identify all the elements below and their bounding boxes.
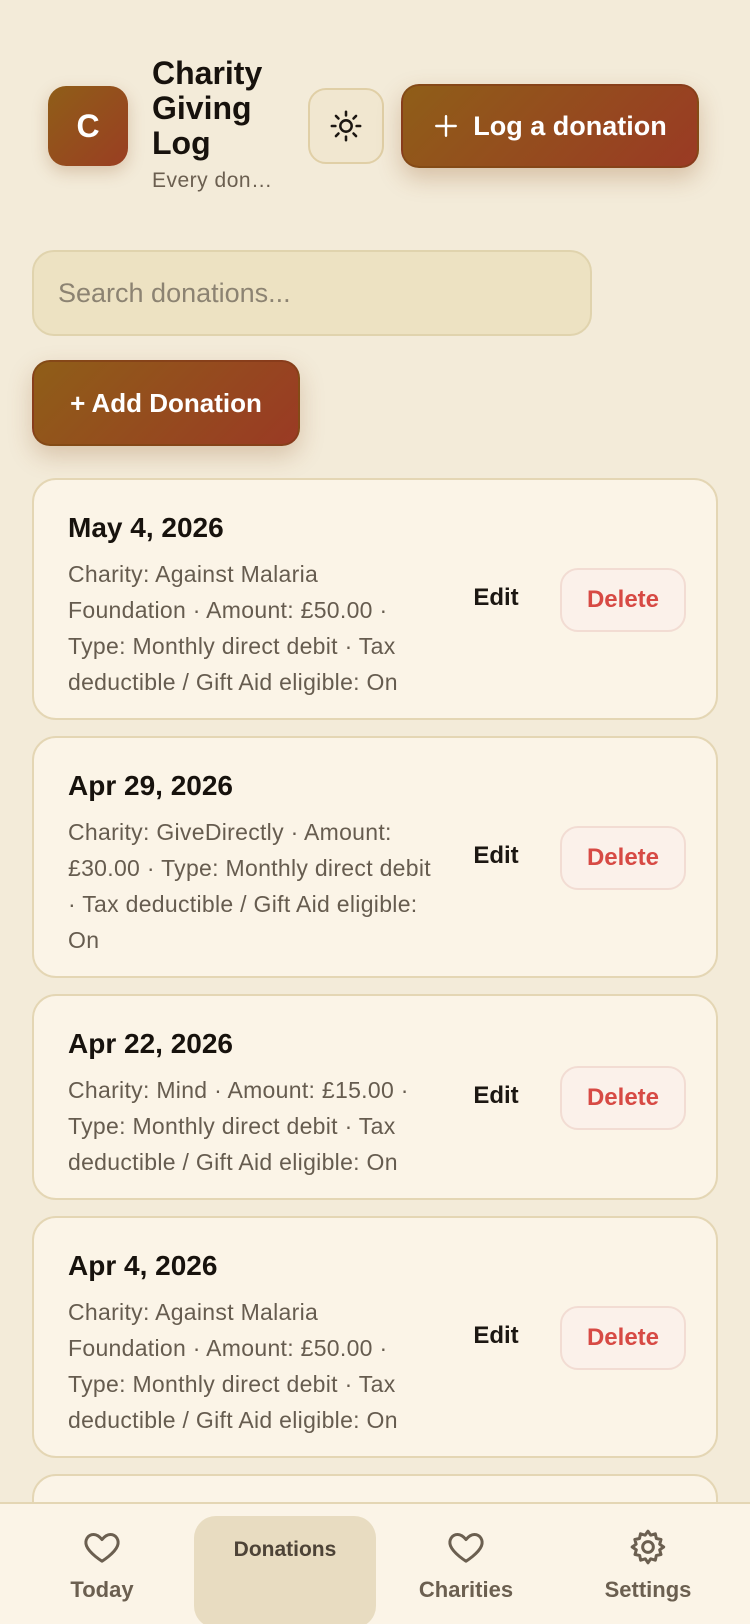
donation-card: Apr 22, 2026 Charity: Mind · Amount: £15… xyxy=(32,994,718,1200)
search-input[interactable] xyxy=(32,250,592,336)
app-header: C Charity Giving Log Every donation Log … xyxy=(48,56,708,196)
app-subtitle: Every donation xyxy=(152,169,282,192)
delete-button[interactable]: Delete xyxy=(560,826,686,890)
donation-detail: Charity: GiveDirectly · Amount: £30.00 ·… xyxy=(68,819,431,953)
nav-charities[interactable]: Charities xyxy=(376,1504,556,1624)
edit-button[interactable]: Edit xyxy=(446,1306,546,1366)
plus-icon xyxy=(435,115,458,137)
gear-icon xyxy=(630,1529,666,1565)
bottom-nav: Today Donations Charities Settings xyxy=(0,1502,750,1624)
donation-card: Apr 4, 2026 Charity: Against Malaria Fou… xyxy=(32,1216,718,1458)
nav-donations-label: Donations xyxy=(233,1538,337,1561)
nav-charities-label: Charities xyxy=(418,1577,514,1602)
heart-icon xyxy=(448,1533,484,1563)
theme-toggle-button[interactable] xyxy=(308,88,384,164)
donation-date: Apr 22, 2026 xyxy=(68,1028,233,1059)
donation-card: May 4, 2026 Charity: Against Malaria Fou… xyxy=(32,478,718,720)
edit-button[interactable]: Edit xyxy=(446,826,546,886)
nav-settings-label: Settings xyxy=(604,1577,692,1602)
donation-date: Apr 4, 2026 xyxy=(68,1250,218,1281)
sun-icon xyxy=(330,110,362,142)
delete-button[interactable]: Delete xyxy=(560,1306,686,1370)
app-logo: C xyxy=(48,86,128,166)
donation-card: Apr 29, 2026 Charity: GiveDirectly · Amo… xyxy=(32,736,718,978)
nav-settings[interactable]: Settings xyxy=(558,1504,738,1624)
title-block: Charity Giving Log Every donation xyxy=(152,56,297,193)
log-donation-label: Log a donation xyxy=(473,110,667,141)
donation-detail: Charity: Against Malaria Foundation · Am… xyxy=(68,1299,398,1433)
log-donation-button[interactable]: Log a donation xyxy=(401,84,699,168)
donation-detail: Charity: Against Malaria Foundation · Am… xyxy=(68,561,398,695)
donation-date: Apr 29, 2026 xyxy=(68,770,233,801)
delete-button[interactable]: Delete xyxy=(560,1066,686,1130)
nav-donations[interactable]: Donations xyxy=(194,1516,376,1624)
nav-today[interactable]: Today xyxy=(12,1504,192,1624)
delete-button[interactable]: Delete xyxy=(560,568,686,632)
donation-detail: Charity: Mind · Amount: £15.00 · Type: M… xyxy=(68,1077,409,1175)
heart-icon xyxy=(84,1533,120,1563)
donation-date: May 4, 2026 xyxy=(68,512,224,543)
nav-today-label: Today xyxy=(70,1577,134,1602)
add-donation-button[interactable]: + Add Donation xyxy=(32,360,300,446)
app-title: Charity Giving Log xyxy=(152,55,263,161)
edit-button[interactable]: Edit xyxy=(446,568,546,628)
edit-button[interactable]: Edit xyxy=(446,1066,546,1126)
